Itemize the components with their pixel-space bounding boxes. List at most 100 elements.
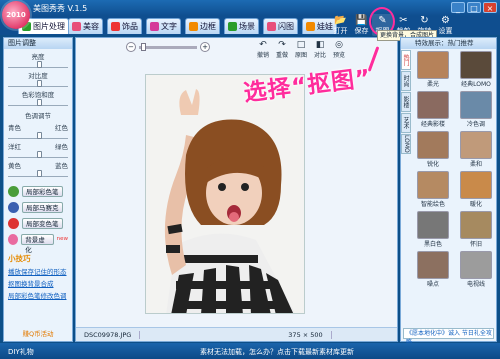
heart-icon	[111, 22, 120, 31]
close-button[interactable]: ×	[483, 2, 497, 13]
yellow-blue-labels: 黄色 蓝色	[8, 162, 68, 170]
color-tone-header: 色调调节	[25, 112, 51, 120]
recolor-icon	[8, 217, 19, 229]
redo-button[interactable]: ↷ 重做	[273, 40, 291, 59]
effect-thumb[interactable]: 柔光	[413, 51, 453, 88]
tab-studio[interactable]: 影楼	[401, 92, 411, 112]
status-bar: DSC09978.JPG 375 × 500	[76, 327, 397, 341]
yellow-blue-slider[interactable]	[8, 170, 68, 177]
zoom-knob[interactable]	[141, 42, 146, 51]
qcoin-promo-link[interactable]: 赚Q币活动	[4, 328, 72, 338]
slider-knob[interactable]	[37, 132, 42, 139]
tab-scene[interactable]: 场景	[224, 18, 259, 34]
brightness-slider[interactable]	[8, 61, 68, 68]
effect-thumb[interactable]: 经典LOMO	[456, 51, 496, 88]
tip-link[interactable]: 播放保存记住的形态	[8, 266, 68, 276]
open-button[interactable]: 📂 打开	[330, 14, 351, 36]
slider-knob[interactable]	[37, 99, 42, 106]
filename: DSC09978.JPG	[76, 330, 141, 339]
app-title: 美图秀秀 V.1.5	[33, 4, 88, 13]
tab-flash[interactable]: 闪图	[263, 18, 298, 34]
background-blur-button[interactable]: 背景虚化 new	[8, 233, 68, 254]
tab-lomo[interactable]: LOMO	[401, 134, 411, 154]
cyan-red-labels: 青色 红色	[8, 124, 68, 132]
zoom-in-button[interactable]: +	[200, 42, 210, 52]
photo-canvas[interactable]	[145, 74, 305, 314]
local-color-pen-button[interactable]: 局部彩色笔	[8, 185, 68, 197]
settings-button[interactable]: ⚙ 设置	[435, 14, 456, 36]
effect-thumb[interactable]: 电视线	[456, 251, 496, 288]
preview-icon: ◎	[335, 40, 343, 50]
panel-title: 图片调整	[4, 38, 72, 49]
effects-panel: 特效展示：热门推荐 热门 时尚 影楼 艺术 LOMO 柔光 经典LOMO 经典影…	[400, 37, 497, 346]
tab-beauty[interactable]: 美容	[68, 18, 103, 34]
effect-thumb[interactable]: 智能绘色	[413, 171, 453, 208]
effect-thumb[interactable]: 噪点	[413, 251, 453, 288]
effect-thumb[interactable]: 锐化	[413, 131, 453, 168]
original-icon: □	[296, 40, 306, 50]
slider-knob[interactable]	[37, 151, 42, 158]
zoom-out-button[interactable]: −	[126, 42, 136, 52]
effect-category-tabs: 热门 时尚 影楼 艺术 LOMO	[401, 50, 411, 155]
mosaic-icon	[8, 201, 19, 213]
effect-thumb[interactable]: 暖化	[456, 171, 496, 208]
image-size: 375 × 500	[280, 330, 332, 339]
doll-icon	[306, 22, 315, 31]
tab-accessories[interactable]: 饰品	[107, 18, 142, 34]
settings-icon: ⚙	[441, 15, 450, 26]
minimize-button[interactable]: _	[451, 2, 465, 13]
original-button[interactable]: □ 原图	[292, 40, 310, 59]
undo-button[interactable]: ↶ 撤销	[254, 40, 272, 59]
effect-thumb[interactable]: 怀旧	[456, 211, 496, 248]
color-pen-icon	[8, 185, 19, 197]
maximize-button[interactable]: □	[467, 2, 481, 13]
tips-section: 小技巧 播放保存记住的形态 抠图换背景合成 局部彩色笔修改色调	[8, 253, 68, 300]
scene-icon	[228, 22, 237, 31]
text-icon	[150, 22, 159, 31]
blur-icon	[8, 233, 19, 245]
magenta-green-labels: 洋红 绿色	[8, 143, 68, 151]
effects-header: 特效展示：热门推荐	[401, 38, 496, 49]
flash-icon	[267, 22, 276, 31]
new-badge: new	[56, 236, 68, 242]
window-controls: _ □ ×	[451, 2, 497, 13]
tab-hot[interactable]: 热门	[401, 50, 411, 70]
slider-knob[interactable]	[37, 170, 42, 177]
slider-knob[interactable]	[37, 61, 42, 68]
portrait-photo	[146, 75, 304, 313]
effect-thumb[interactable]: 经典影楼	[413, 91, 453, 128]
contrast-label: 对比度	[28, 72, 48, 80]
promo-link[interactable]: 《愿本地化中》诚入 节日礼全攻略	[403, 328, 494, 346]
effect-thumb[interactable]: 冷色调	[456, 91, 496, 128]
tip-link[interactable]: 抠图换背景合成	[8, 278, 68, 288]
effect-thumb[interactable]: 柔和	[456, 131, 496, 168]
beauty-icon	[72, 22, 81, 31]
contrast-slider[interactable]	[8, 80, 68, 87]
diy-gift-link[interactable]: DIY礼物	[8, 347, 34, 357]
save-icon: 💾	[355, 15, 368, 26]
crop-icon: ✂	[399, 15, 408, 26]
zoom-bar: − +	[126, 42, 210, 52]
cyan-red-slider[interactable]	[8, 132, 68, 139]
tip-link[interactable]: 局部彩色笔修改色调	[8, 290, 68, 300]
compare-button[interactable]: ◧ 对比	[311, 40, 329, 59]
saturation-slider[interactable]	[8, 99, 68, 106]
saturation-label: 色彩饱和度	[21, 91, 55, 99]
preview-button[interactable]: ◎ 预览	[330, 40, 348, 59]
slider-knob[interactable]	[37, 80, 42, 87]
effect-thumb[interactable]: 黑白色	[413, 211, 453, 248]
local-recolor-button[interactable]: 局部变色笔	[8, 217, 68, 229]
magenta-green-slider[interactable]	[8, 151, 68, 158]
zoom-slider[interactable]	[139, 42, 197, 51]
adjustment-panel: 图片调整 亮度 对比度 色彩饱和度 色调调节 青色 红色 洋红 绿色 黄色 蓝色 局部…	[3, 37, 73, 342]
tab-text[interactable]: 文字	[146, 18, 181, 34]
canvas-toolbar: ↶ 撤销 ↷ 重做 □ 原图 ◧ 对比 ◎ 预览	[254, 40, 348, 59]
tab-fashion[interactable]: 时尚	[401, 71, 411, 91]
material-update-notice[interactable]: 素材无法加载，怎么办？点击下载最新素材库更新	[200, 347, 354, 357]
open-icon: 📂	[334, 15, 347, 26]
compare-icon: ◧	[315, 40, 325, 50]
local-mosaic-button[interactable]: 局部马赛克	[8, 201, 68, 213]
tab-border[interactable]: 边框	[185, 18, 220, 34]
tab-art[interactable]: 艺术	[401, 113, 411, 133]
brightness-label: 亮度	[31, 53, 45, 61]
